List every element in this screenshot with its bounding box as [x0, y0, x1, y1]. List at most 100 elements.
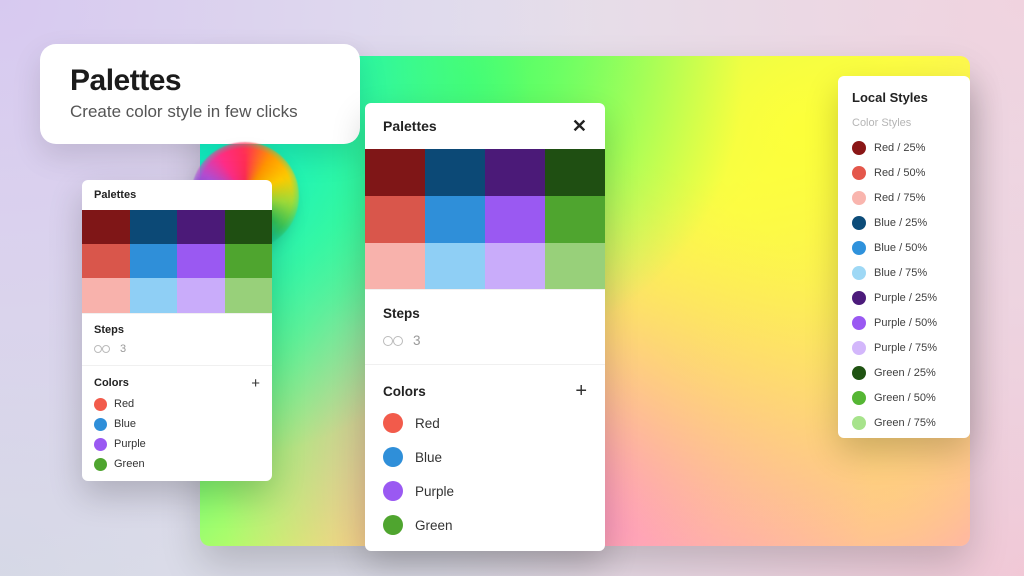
style-label: Purple / 75%	[874, 342, 937, 354]
close-icon[interactable]: ✕	[572, 117, 587, 135]
style-label: Purple / 50%	[874, 317, 937, 329]
swatch[interactable]	[225, 210, 273, 244]
page-subtitle: Create color style in few clicks	[70, 102, 330, 122]
style-dot-icon	[852, 416, 866, 430]
color-list: Red Blue Purple Green	[94, 398, 260, 471]
color-item[interactable]: Blue	[94, 418, 260, 431]
page-title: Palettes	[70, 64, 330, 98]
swatch[interactable]	[545, 243, 605, 290]
color-label: Blue	[415, 450, 442, 465]
color-label: Purple	[114, 438, 146, 450]
color-dot-icon	[383, 481, 403, 501]
swatch[interactable]	[177, 244, 225, 278]
style-dot-icon	[852, 391, 866, 405]
swatch[interactable]	[425, 149, 485, 196]
color-item[interactable]: Green	[94, 458, 260, 471]
swatch[interactable]	[130, 244, 178, 278]
colors-label: Colors	[94, 377, 129, 389]
swatch[interactable]	[130, 210, 178, 244]
style-item[interactable]: Red / 50%	[852, 166, 956, 180]
palette-panel: Palettes ✕ Steps 3 Colors + RedBluePurpl…	[365, 103, 605, 551]
add-color-button[interactable]: +	[575, 381, 587, 401]
color-label: Red	[415, 416, 440, 431]
style-item[interactable]: Red / 75%	[852, 191, 956, 205]
color-label: Green	[415, 518, 453, 533]
color-item[interactable]: Green	[383, 515, 587, 535]
link-icon	[94, 344, 110, 354]
swatch[interactable]	[545, 196, 605, 243]
color-dot-icon	[94, 438, 107, 451]
style-dot-icon	[852, 141, 866, 155]
swatch[interactable]	[365, 149, 425, 196]
style-label: Red / 25%	[874, 142, 925, 154]
swatch[interactable]	[425, 243, 485, 290]
title-card: Palettes Create color style in few click…	[40, 44, 360, 144]
style-item[interactable]: Blue / 25%	[852, 216, 956, 230]
add-color-button[interactable]: +	[251, 376, 260, 391]
local-styles-panel: Local Styles Color Styles Red / 25%Red /…	[838, 76, 970, 438]
swatch[interactable]	[177, 278, 225, 312]
style-label: Blue / 75%	[874, 267, 927, 279]
style-item[interactable]: Blue / 50%	[852, 241, 956, 255]
swatch[interactable]	[485, 243, 545, 290]
color-label: Blue	[114, 418, 136, 430]
style-dot-icon	[852, 241, 866, 255]
swatch[interactable]	[225, 278, 273, 312]
style-label: Green / 75%	[874, 417, 936, 429]
steps-input[interactable]: 3	[120, 343, 126, 355]
style-dot-icon	[852, 291, 866, 305]
style-dot-icon	[852, 216, 866, 230]
colors-section: Colors + RedBluePurpleGreen	[365, 364, 605, 551]
color-item[interactable]: Purple	[94, 438, 260, 451]
panel-header: Palettes	[82, 180, 272, 210]
colors-section: Colors + Red Blue Purple Green	[82, 365, 272, 481]
steps-input[interactable]: 3	[413, 333, 421, 348]
swatch-grid	[365, 149, 605, 289]
swatch[interactable]	[365, 196, 425, 243]
color-dot-icon	[94, 458, 107, 471]
color-label: Purple	[415, 484, 454, 499]
swatch[interactable]	[365, 243, 425, 290]
style-dot-icon	[852, 166, 866, 180]
style-item[interactable]: Green / 75%	[852, 416, 956, 430]
style-label: Purple / 25%	[874, 292, 937, 304]
panel-title: Palettes	[94, 189, 136, 201]
swatch[interactable]	[485, 196, 545, 243]
swatch[interactable]	[177, 210, 225, 244]
steps-label: Steps	[383, 306, 587, 321]
color-item[interactable]: Red	[94, 398, 260, 411]
swatch[interactable]	[130, 278, 178, 312]
swatch[interactable]	[425, 196, 485, 243]
swatch[interactable]	[82, 278, 130, 312]
color-dot-icon	[94, 418, 107, 431]
style-item[interactable]: Purple / 25%	[852, 291, 956, 305]
style-item[interactable]: Red / 25%	[852, 141, 956, 155]
swatch[interactable]	[485, 149, 545, 196]
color-item[interactable]: Purple	[383, 481, 587, 501]
swatch[interactable]	[82, 210, 130, 244]
swatch[interactable]	[545, 149, 605, 196]
color-dot-icon	[383, 515, 403, 535]
swatch[interactable]	[225, 244, 273, 278]
style-dot-icon	[852, 316, 866, 330]
color-list: Red Blue Purple Green	[383, 413, 587, 535]
palette-panel-small: Palettes Steps 3 Colors + RedBluePurpleG…	[82, 180, 272, 481]
style-item[interactable]: Purple / 75%	[852, 341, 956, 355]
style-dot-icon	[852, 266, 866, 280]
style-item[interactable]: Blue / 75%	[852, 266, 956, 280]
color-label: Red	[114, 398, 134, 410]
color-item[interactable]: Blue	[383, 447, 587, 467]
style-label: Green / 25%	[874, 367, 936, 379]
style-item[interactable]: Green / 25%	[852, 366, 956, 380]
style-label: Green / 50%	[874, 392, 936, 404]
color-dot-icon	[383, 447, 403, 467]
style-item[interactable]: Green / 50%	[852, 391, 956, 405]
style-item[interactable]: Purple / 50%	[852, 316, 956, 330]
local-styles-subheading: Color Styles	[852, 117, 956, 129]
color-dot-icon	[94, 398, 107, 411]
style-dot-icon	[852, 341, 866, 355]
swatch[interactable]	[82, 244, 130, 278]
panel-header: Palettes ✕	[365, 103, 605, 149]
color-item[interactable]: Red	[383, 413, 587, 433]
steps-section: Steps 3	[365, 289, 605, 364]
